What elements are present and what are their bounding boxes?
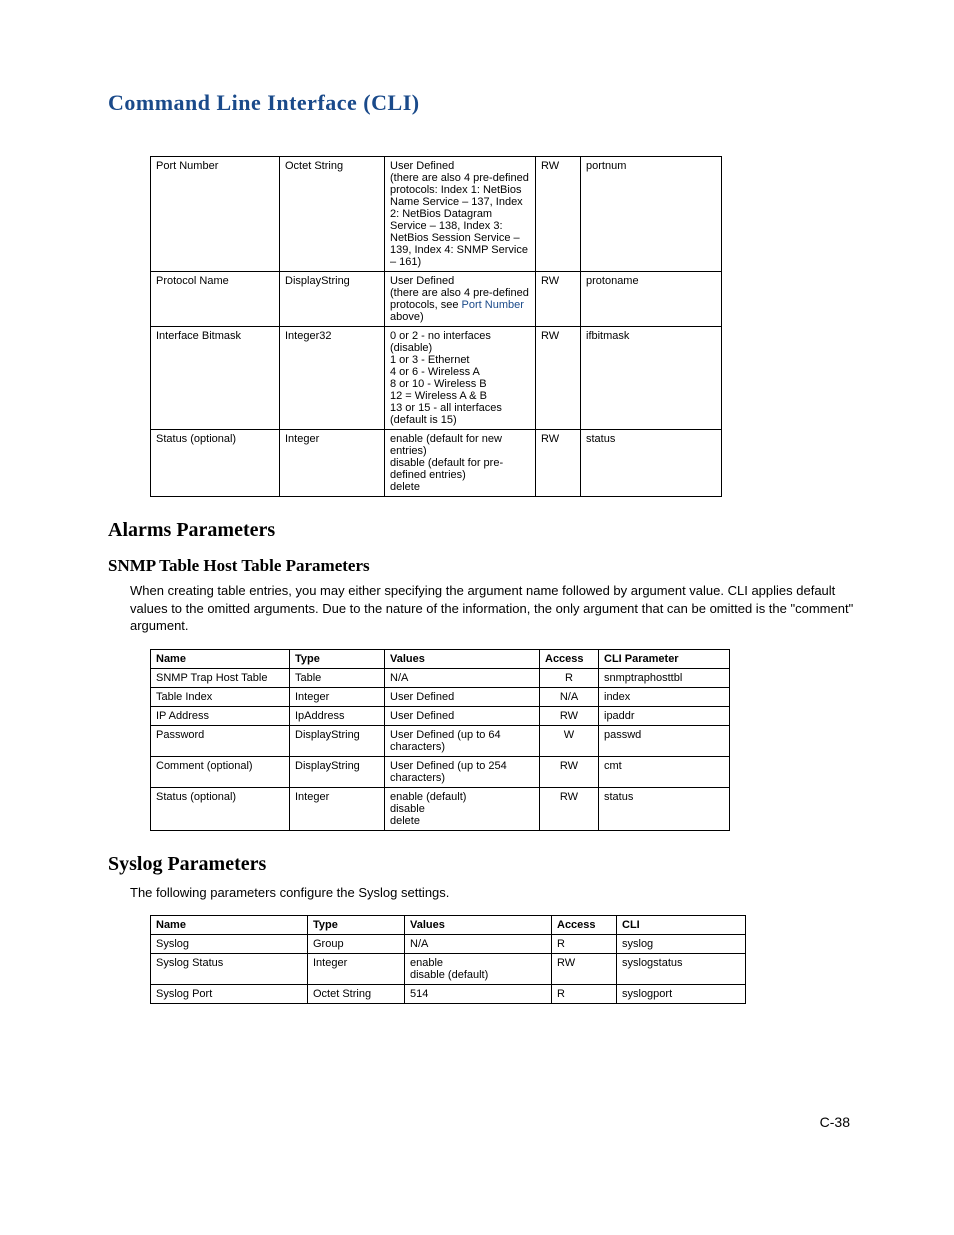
table-row: IP AddressIpAddressUser DefinedRWipaddr bbox=[151, 706, 730, 725]
table-row: Status (optional)Integerenable (default … bbox=[151, 430, 722, 497]
page-number: C-38 bbox=[108, 1114, 854, 1130]
port-protocol-table: Port NumberOctet StringUser Defined(ther… bbox=[150, 156, 722, 497]
col-name: Name bbox=[151, 916, 308, 935]
table-row: Interface BitmaskInteger320 or 2 - no in… bbox=[151, 327, 722, 430]
col-type: Type bbox=[290, 649, 385, 668]
heading-syslog-parameters: Syslog Parameters bbox=[108, 853, 854, 876]
col-access: Access bbox=[540, 649, 599, 668]
snmp-host-table: Name Type Values Access CLI Parameter SN… bbox=[150, 649, 730, 831]
col-values: Values bbox=[385, 649, 540, 668]
table-row: SyslogGroupN/ARsyslog bbox=[151, 935, 746, 954]
table-row: Port NumberOctet StringUser Defined(ther… bbox=[151, 157, 722, 272]
table-row: Comment (optional)DisplayStringUser Defi… bbox=[151, 756, 730, 787]
col-type: Type bbox=[308, 916, 405, 935]
syslog-table: Name Type Values Access CLI SyslogGroupN… bbox=[150, 915, 746, 1004]
table-row: Status (optional)Integerenable (default)… bbox=[151, 787, 730, 830]
col-cli: CLI bbox=[617, 916, 746, 935]
heading-alarms-parameters: Alarms Parameters bbox=[108, 519, 854, 542]
col-name: Name bbox=[151, 649, 290, 668]
table-row: PasswordDisplayStringUser Defined (up to… bbox=[151, 725, 730, 756]
col-access: Access bbox=[552, 916, 617, 935]
col-cli-parameter: CLI Parameter bbox=[599, 649, 730, 668]
syslog-description: The following parameters configure the S… bbox=[108, 884, 854, 902]
table-row: Syslog PortOctet String514Rsyslogport bbox=[151, 985, 746, 1004]
table-row: SNMP Trap Host TableTableN/ARsnmptraphos… bbox=[151, 668, 730, 687]
col-values: Values bbox=[405, 916, 552, 935]
table-row: Protocol NameDisplayStringUser Defined(t… bbox=[151, 272, 722, 327]
heading-snmp-table-host: SNMP Table Host Table Parameters bbox=[108, 556, 854, 576]
link-port-number[interactable]: Port Number bbox=[462, 299, 524, 311]
snmp-description: When creating table entries, you may eit… bbox=[108, 582, 854, 635]
table-row: Table IndexIntegerUser DefinedN/Aindex bbox=[151, 687, 730, 706]
table-row: Syslog StatusIntegerenabledisable (defau… bbox=[151, 954, 746, 985]
page-title: Command Line Interface (CLI) bbox=[108, 90, 854, 116]
